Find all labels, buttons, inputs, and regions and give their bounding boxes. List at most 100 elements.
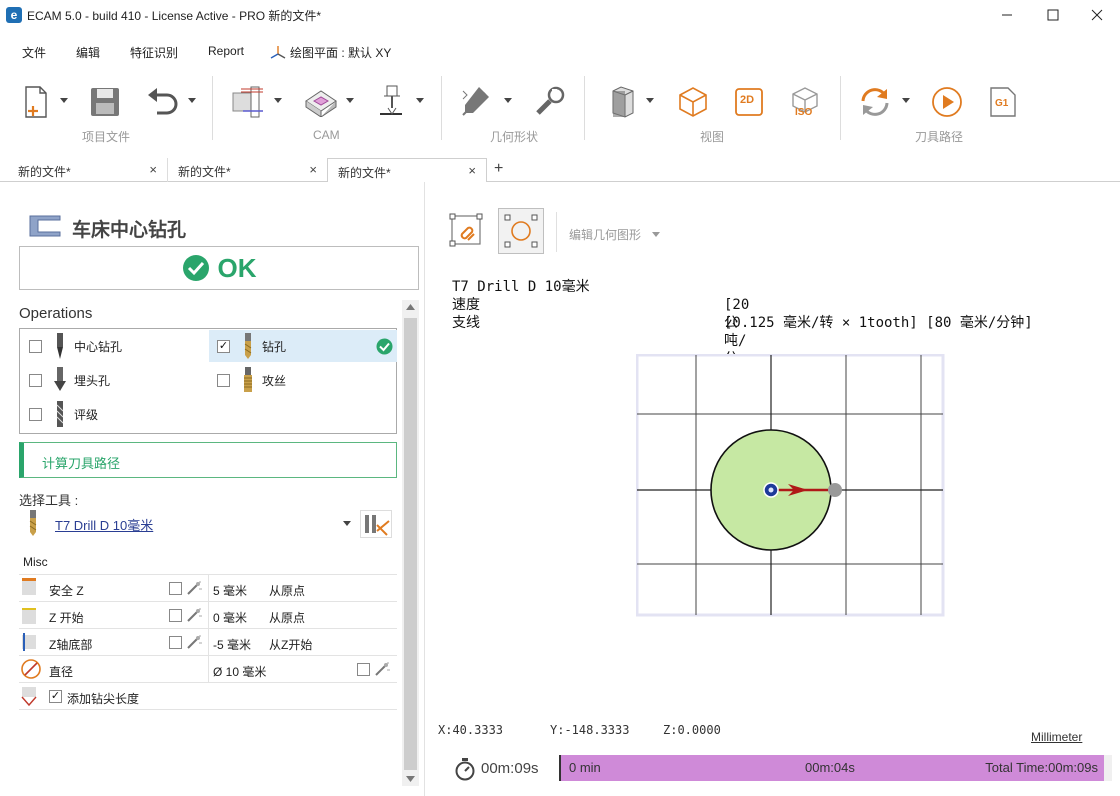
feed-label: 支线 xyxy=(452,315,480,331)
tool-library-button[interactable] xyxy=(360,510,392,538)
coord-y: Y:-148.3333 xyxy=(550,723,630,737)
edit-geometry-dropdown[interactable]: 编辑几何图形 xyxy=(569,226,661,243)
doc-tab[interactable]: 新的文件* × xyxy=(8,158,168,182)
magic-wand-icon[interactable] xyxy=(374,661,390,677)
chevron-down-icon[interactable] xyxy=(188,98,196,104)
op-checkbox[interactable] xyxy=(217,373,230,387)
view-2d-button[interactable]: 2D xyxy=(726,80,772,124)
op-checkbox[interactable] xyxy=(29,339,42,353)
menu-edit[interactable]: 编辑 xyxy=(76,44,100,61)
misc-row-z-bottom: Z轴底部 -5 毫米 从Z开始 xyxy=(19,629,397,656)
op-countersink[interactable]: 埋头孔 xyxy=(21,364,209,396)
edit-geometry-button[interactable] xyxy=(454,80,500,124)
undo-button[interactable] xyxy=(140,80,186,124)
op-ream[interactable]: 评级 xyxy=(21,398,209,430)
chevron-down-icon[interactable] xyxy=(416,98,424,104)
op-label: 钻孔 xyxy=(262,339,287,354)
machining-time: 00m:09s xyxy=(481,760,539,777)
app-logo-icon: e xyxy=(6,7,22,23)
param-checkbox[interactable] xyxy=(169,582,182,595)
view-iso-box-button[interactable] xyxy=(670,80,716,124)
op-checkbox[interactable]: ✓ xyxy=(217,339,230,353)
param-checkbox[interactable] xyxy=(357,663,370,676)
gcode-button[interactable]: G1 xyxy=(980,80,1026,124)
misc-ref[interactable]: 从Z开始 xyxy=(269,636,312,653)
group-label-cam: CAM xyxy=(313,128,340,142)
misc-value[interactable]: -5 毫米 xyxy=(213,636,251,653)
tab-close-icon[interactable]: × xyxy=(468,163,476,178)
menu-drawing-plane[interactable]: 绘图平面 : 默认 XY xyxy=(270,44,391,61)
op-checkbox[interactable] xyxy=(29,373,42,387)
tool-select[interactable]: T7 Drill D 10毫米 xyxy=(19,510,357,536)
point-select-button[interactable] xyxy=(498,208,544,254)
measure-button[interactable] xyxy=(526,80,572,124)
calculate-toolpath-button[interactable]: 计算刀具路径 xyxy=(19,442,397,478)
unit-link[interactable]: Millimeter xyxy=(1031,730,1082,744)
add-tab-button[interactable]: + xyxy=(494,160,503,178)
menu-feature-recognition[interactable]: 特征识别 xyxy=(130,44,178,61)
new-file-icon xyxy=(25,86,47,118)
doc-tab-label: 新的文件* xyxy=(338,166,391,180)
menu-report[interactable]: Report xyxy=(208,44,244,58)
tab-close-icon[interactable]: × xyxy=(309,162,317,177)
chevron-down-icon[interactable] xyxy=(343,521,351,527)
chevron-down-icon[interactable] xyxy=(406,776,415,782)
undo-icon xyxy=(148,88,178,115)
chevron-down-icon[interactable] xyxy=(504,98,512,104)
tab-close-icon[interactable]: × xyxy=(149,162,157,177)
lathe-operation-button[interactable] xyxy=(224,80,270,124)
regenerate-toolpath-button[interactable] xyxy=(852,80,898,124)
mill-operation-button[interactable] xyxy=(298,80,344,124)
panel-scrollbar[interactable] xyxy=(402,300,419,786)
misc-ref[interactable]: 从原点 xyxy=(269,609,305,626)
chevron-down-icon[interactable] xyxy=(346,98,354,104)
doc-tab-active[interactable]: 新的文件* × xyxy=(327,158,487,183)
op-drill[interactable]: ✓ 钻孔 xyxy=(209,330,397,362)
chevron-down-icon[interactable] xyxy=(902,98,910,104)
ok-button[interactable]: OK xyxy=(19,246,419,290)
op-center-drill[interactable]: 中心钻孔 xyxy=(21,330,209,362)
simulation-timeline[interactable]: 0 min 00m:04s Total Time:00m:09s xyxy=(559,755,1104,781)
magic-wand-icon[interactable] xyxy=(186,607,202,623)
timeline-end-cap xyxy=(1104,755,1112,781)
info-tool-line: T7 Drill D 10毫米 xyxy=(452,279,590,295)
simulate-button[interactable] xyxy=(924,80,970,124)
misc-label: Z轴底部 xyxy=(49,638,93,652)
end-point-marker[interactable] xyxy=(828,483,842,497)
info-speed-row: 速度 [20 公吨/分钟] [637 转/分] xyxy=(452,296,758,439)
misc-row-tip-length: ✓ 添加钻尖长度 xyxy=(19,683,397,710)
maximize-button[interactable] xyxy=(1030,0,1076,30)
op-tap[interactable]: 攻丝 xyxy=(209,364,397,396)
chevron-down-icon[interactable] xyxy=(646,98,654,104)
misc-value[interactable]: Ø 10 毫米 xyxy=(213,663,266,680)
save-button[interactable] xyxy=(82,80,128,124)
magic-wand-icon[interactable] xyxy=(186,634,202,650)
magic-wand-icon[interactable] xyxy=(186,580,202,596)
cell-divider xyxy=(208,602,209,629)
misc-label: 直径 xyxy=(49,665,74,679)
tip-length-checkbox[interactable]: ✓ xyxy=(49,690,62,703)
minimize-button[interactable] xyxy=(984,0,1030,30)
misc-value[interactable]: 5 毫米 xyxy=(213,582,247,599)
drawing-canvas[interactable] xyxy=(636,354,946,618)
chevron-down-icon[interactable] xyxy=(60,98,68,104)
chain-select-button[interactable] xyxy=(448,212,486,250)
misc-ref[interactable]: 从原点 xyxy=(269,582,305,599)
menu-file[interactable]: 文件 xyxy=(22,44,46,61)
misc-value[interactable]: 0 毫米 xyxy=(213,609,247,626)
misc-row-z-start: Z 开始 0 毫米 从原点 xyxy=(19,602,397,629)
param-checkbox[interactable] xyxy=(169,636,182,649)
doc-tab[interactable]: 新的文件* × xyxy=(168,158,328,182)
close-button[interactable] xyxy=(1074,0,1120,30)
chevron-down-icon[interactable] xyxy=(274,98,282,104)
op-checkbox[interactable] xyxy=(29,407,42,421)
view-box-button[interactable] xyxy=(598,80,644,124)
tool-name[interactable]: T7 Drill D 10毫米 xyxy=(55,515,153,534)
drill-operation-button[interactable] xyxy=(368,80,414,124)
param-checkbox[interactable] xyxy=(169,609,182,622)
speed-label: 速度 xyxy=(452,297,480,313)
new-file-button[interactable] xyxy=(12,80,58,124)
view-iso-button[interactable]: ISO xyxy=(782,80,828,124)
chevron-up-icon[interactable] xyxy=(406,304,415,310)
scrollbar-thumb[interactable] xyxy=(404,318,417,770)
